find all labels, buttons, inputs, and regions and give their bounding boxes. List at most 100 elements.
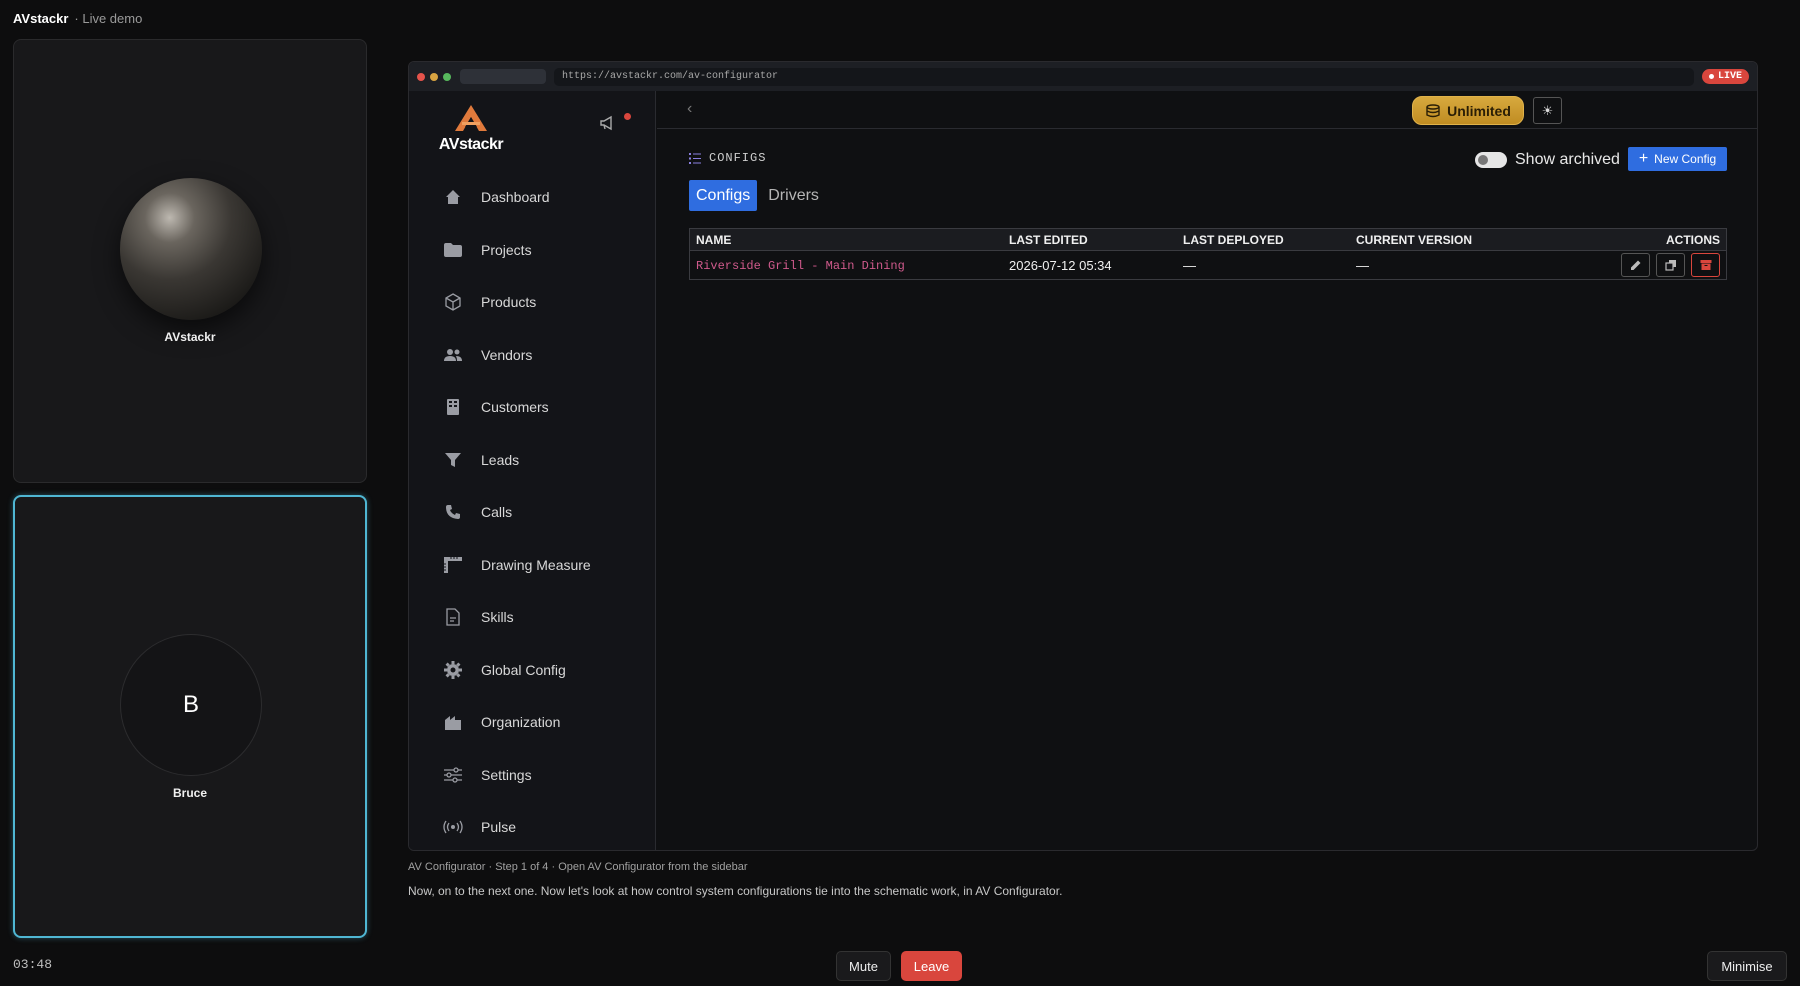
sidebar-item-calls[interactable]: Calls	[409, 486, 655, 539]
sidebar-item-vendors[interactable]: Vendors	[409, 329, 655, 382]
maximize-dot	[443, 72, 451, 81]
announcements-icon[interactable]	[599, 115, 617, 136]
toggle-knob	[1478, 155, 1488, 165]
cell-current-version: —	[1356, 257, 1369, 273]
live-badge: LIVE	[1701, 69, 1749, 84]
call-header: AVstackr · Live demo	[13, 11, 142, 26]
plus-icon: +	[1638, 150, 1649, 167]
sidebar-item-organization[interactable]: Organization	[409, 696, 655, 749]
sidebar-item-customers[interactable]: Customers	[409, 381, 655, 434]
tab-drivers[interactable]: Drivers	[761, 180, 826, 211]
users-icon	[443, 345, 463, 365]
sidebar-item-leads[interactable]: Leads	[409, 434, 655, 487]
coins-icon	[1426, 103, 1440, 117]
participant-tile-bruce[interactable]: B Bruce	[13, 495, 367, 938]
edit-button[interactable]	[1621, 253, 1650, 277]
sidebar-item-skills[interactable]: Skills	[409, 591, 655, 644]
call-timer: 03:48	[13, 957, 53, 972]
sidebar-item-pulse[interactable]: Pulse	[409, 801, 655, 850]
app-brand: AVstackr	[13, 11, 69, 26]
column-header-actions: ACTIONS	[1666, 232, 1720, 247]
column-header-name[interactable]: NAME	[690, 233, 1009, 247]
configs-table: NAME LAST EDITED LAST DEPLOYED CURRENT V…	[689, 228, 1727, 280]
sidebar-item-label: Drawing Measure	[481, 556, 591, 573]
sidebar-item-label: Vendors	[481, 346, 533, 363]
new-config-button[interactable]: + New Config	[1628, 147, 1727, 171]
browser-tab	[460, 69, 546, 84]
browser-chrome: https://avstackr.com/av-configurator LIV…	[409, 62, 1757, 91]
copy-icon	[1664, 260, 1676, 271]
gear-icon	[443, 660, 463, 680]
sidebar-item-products[interactable]: Products	[409, 276, 655, 329]
sidebar-item-dashboard[interactable]: Dashboard	[409, 171, 655, 224]
sidebar-item-settings[interactable]: Settings	[409, 749, 655, 802]
notification-dot	[624, 113, 631, 120]
section-title: CONFIGS	[689, 151, 766, 165]
sidebar-item-label: Skills	[481, 609, 514, 626]
close-dot	[417, 72, 425, 81]
section-title-text: CONFIGS	[709, 151, 767, 165]
sidebar-item-label: Settings	[481, 766, 532, 783]
table-header: NAME LAST EDITED LAST DEPLOYED CURRENT V…	[690, 229, 1726, 251]
box-icon	[443, 292, 463, 312]
phone-icon	[443, 502, 463, 522]
logo[interactable]: AVstackr	[436, 103, 506, 154]
minimize-dot	[430, 72, 438, 81]
cell-last-edited: 2026-07-12 05:34	[1009, 257, 1112, 273]
column-header-current-version[interactable]: CURRENT VERSION	[1356, 233, 1556, 247]
sidebar-item-label: Global Config	[481, 661, 566, 678]
leave-button[interactable]: Leave	[901, 951, 962, 981]
sliders-icon	[443, 765, 463, 785]
pencil-icon	[1630, 260, 1640, 270]
main-content: ‹ Unlimited ☀ CONFIGS Show archived + Ne…	[657, 91, 1757, 850]
sidebar-item-label: Pulse	[481, 819, 517, 836]
minimise-button[interactable]: Minimise	[1707, 951, 1787, 981]
sidebar: AVstackr Dashboard Projects Products Ven…	[409, 91, 656, 850]
sidebar-item-label: Dashboard	[481, 189, 550, 206]
tab-configs[interactable]: Configs	[689, 180, 758, 211]
sidebar-item-label: Leads	[481, 451, 520, 468]
participant-name: Bruce	[172, 786, 207, 800]
participant-name: AVstackr	[164, 330, 216, 344]
walkthrough-caption: Now, on to the next one. Now let's look …	[408, 884, 1063, 898]
theme-toggle-button[interactable]: ☀	[1533, 97, 1562, 124]
row-actions	[1556, 253, 1726, 277]
show-archived-toggle[interactable]: Show archived	[1475, 151, 1620, 169]
logo-mark-icon	[455, 105, 487, 131]
app-subtitle: · Live demo	[74, 11, 143, 26]
main-header: ‹ Unlimited ☀	[657, 91, 1757, 129]
column-header-last-edited[interactable]: LAST EDITED	[1009, 233, 1183, 247]
sidebar-nav: Dashboard Projects Products Vendors Cust…	[409, 171, 655, 850]
document-icon	[443, 607, 463, 627]
duplicate-button[interactable]	[1656, 253, 1685, 277]
archive-icon	[1700, 260, 1711, 270]
address-bar: https://avstackr.com/av-configurator	[554, 67, 1694, 86]
building-icon	[443, 397, 463, 417]
sun-icon: ☀	[1541, 102, 1554, 118]
folder-icon	[443, 240, 463, 260]
broadcast-icon	[443, 817, 463, 837]
sidebar-item-label: Organization	[481, 714, 561, 731]
column-header-last-deployed[interactable]: LAST DEPLOYED	[1183, 233, 1356, 247]
archive-button[interactable]	[1691, 253, 1720, 277]
sidebar-item-global-config[interactable]: Global Config	[409, 644, 655, 697]
ruler-icon	[443, 555, 463, 575]
sidebar-item-label: Customers	[481, 399, 549, 416]
participant-tile-avstackr[interactable]: AVstackr	[13, 39, 367, 483]
shared-browser-window: https://avstackr.com/av-configurator LIV…	[408, 61, 1758, 851]
config-tabs: Configs Drivers	[689, 180, 826, 211]
cell-last-deployed: —	[1183, 257, 1196, 273]
funnel-icon	[443, 450, 463, 470]
chevron-left-icon[interactable]: ‹	[687, 100, 692, 118]
table-row[interactable]: Riverside Grill - Main Dining 2026-07-12…	[690, 251, 1726, 279]
home-icon	[443, 187, 463, 207]
new-config-label: New Config	[1654, 152, 1717, 166]
sidebar-item-drawing-measure[interactable]: Drawing Measure	[409, 539, 655, 592]
sidebar-item-projects[interactable]: Projects	[409, 224, 655, 277]
list-icon	[689, 152, 701, 164]
plan-badge[interactable]: Unlimited	[1412, 96, 1524, 125]
mute-button[interactable]: Mute	[836, 951, 891, 981]
config-name-link[interactable]: Riverside Grill - Main Dining	[696, 259, 905, 273]
logo-text: AVstackr	[438, 136, 504, 153]
toggle-switch[interactable]	[1475, 152, 1507, 168]
